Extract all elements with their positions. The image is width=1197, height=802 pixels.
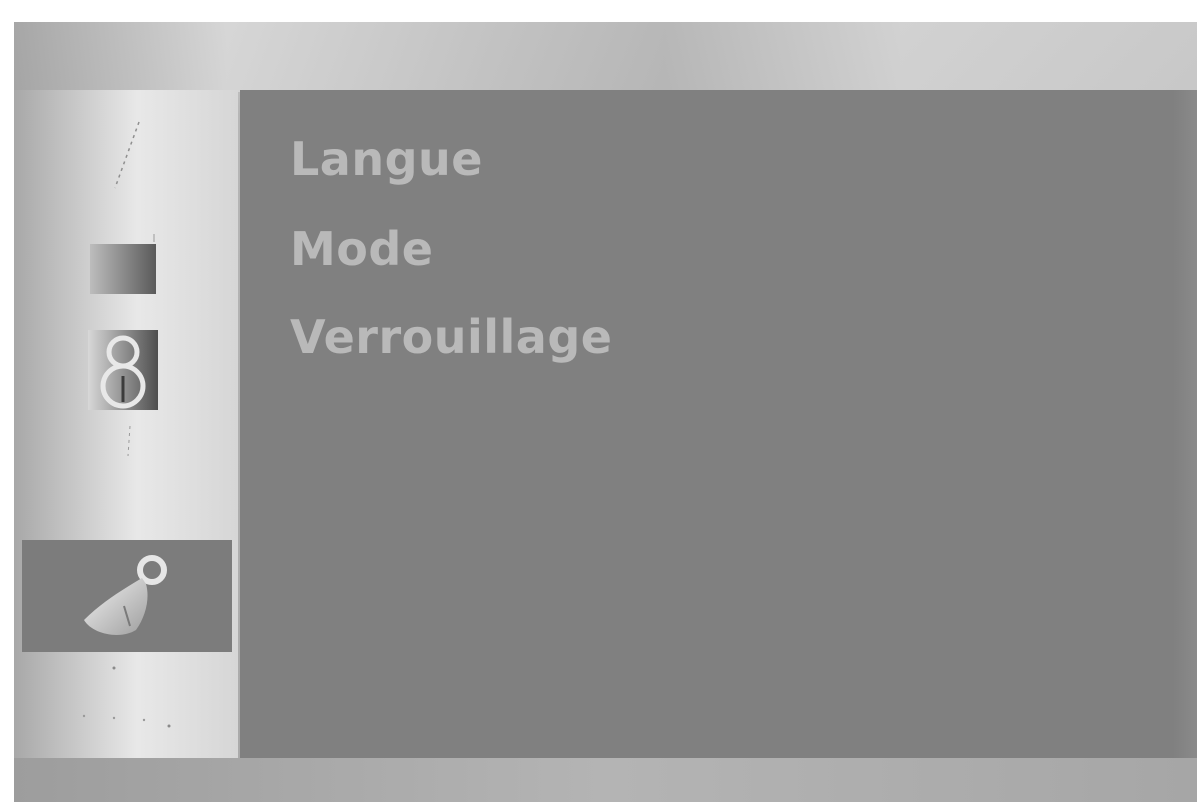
clock-icon bbox=[88, 330, 158, 456]
sidebar-item-time[interactable] bbox=[14, 320, 238, 460]
menu-item-lock[interactable]: Verrouillage bbox=[290, 310, 612, 364]
speaker-icon bbox=[90, 234, 156, 294]
menu-item-language[interactable]: Langue bbox=[290, 132, 483, 186]
sidebar bbox=[14, 90, 238, 758]
osd-menu: Langue Mode Verrouillage bbox=[14, 22, 1197, 802]
menu-item-mode[interactable]: Mode bbox=[290, 222, 434, 276]
sidebar-faint-marks bbox=[82, 666, 171, 728]
sidebar-item-options[interactable] bbox=[22, 540, 232, 652]
bottom-bar bbox=[14, 758, 1197, 802]
sidebar-item-sound[interactable] bbox=[14, 230, 238, 310]
sidebar-item-picture[interactable] bbox=[14, 110, 238, 220]
key-tag-icon bbox=[84, 555, 167, 635]
picture-icon bbox=[114, 121, 140, 189]
submenu-panel: Langue Mode Verrouillage bbox=[240, 90, 1197, 758]
